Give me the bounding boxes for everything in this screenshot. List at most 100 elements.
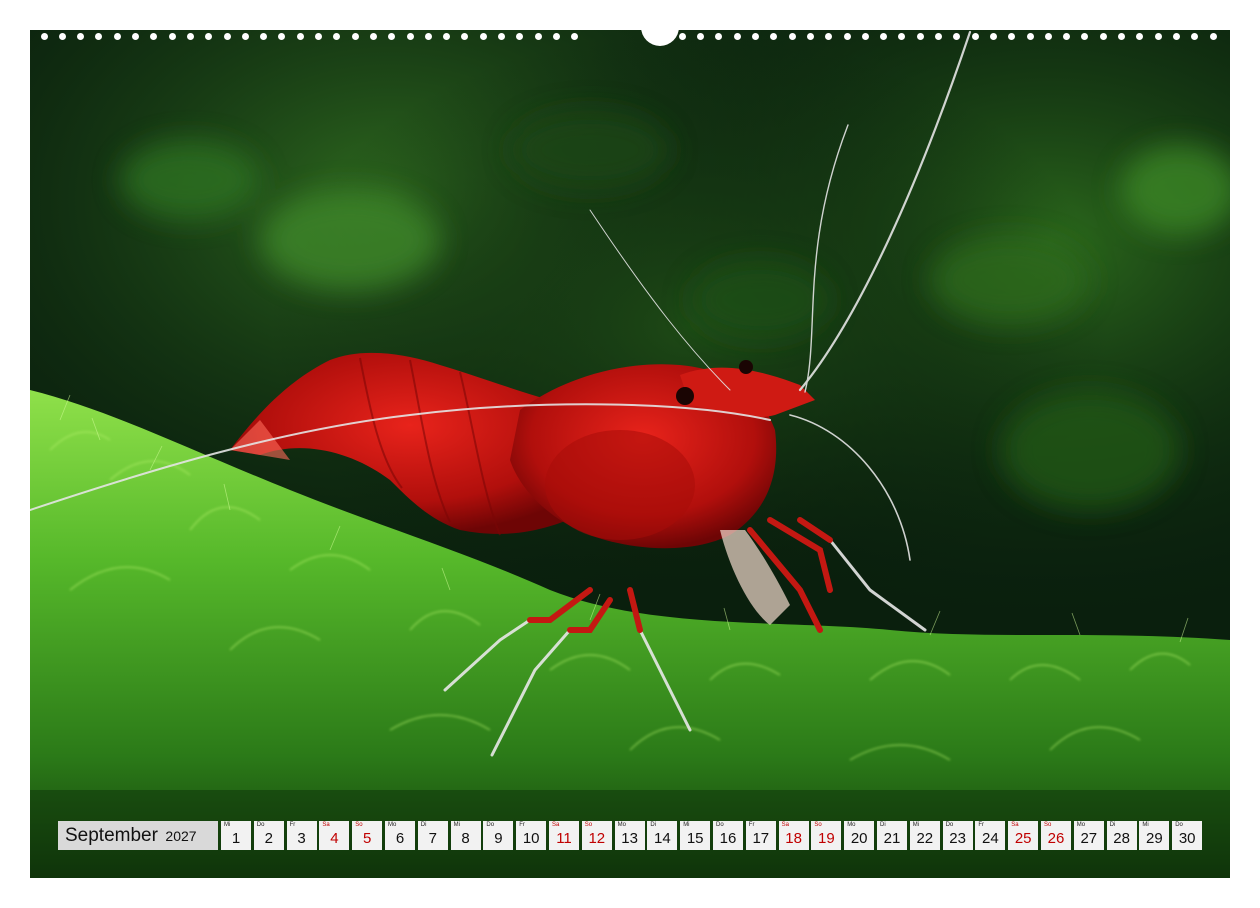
binding-hole-icon — [260, 33, 268, 40]
binding-hole-icon — [752, 33, 759, 40]
binding-hole-icon — [58, 33, 66, 40]
day-cell: Fr 3 — [286, 821, 317, 850]
day-number: 21 — [883, 830, 901, 847]
day-number: 11 — [556, 830, 572, 847]
day-cell: Do 30 — [1172, 821, 1203, 850]
day-cell: Fr 24 — [975, 821, 1006, 850]
day-cell: Mi 8 — [450, 821, 481, 850]
day-cell: Do 23 — [942, 821, 973, 850]
binding-hole-icon — [351, 33, 359, 40]
day-weekday: So — [814, 822, 822, 828]
binding-hole-icon — [770, 33, 778, 40]
binding-hole-icon — [186, 33, 194, 40]
day-number: 28 — [1113, 830, 1130, 847]
day-number: 14 — [654, 830, 671, 847]
day-cell: Mi 15 — [680, 821, 711, 850]
day-weekday: Di — [1109, 822, 1116, 828]
day-weekday: Sa — [781, 822, 789, 828]
binding-hole-icon — [333, 33, 341, 40]
binding-hole-icon — [443, 33, 451, 40]
binding-hole-icon — [516, 33, 524, 40]
day-number: 13 — [621, 830, 638, 847]
day-cell: So 12 — [581, 821, 612, 850]
binding-hole-icon — [77, 33, 85, 40]
day-number: 18 — [785, 830, 802, 847]
day-weekday: Sa — [552, 822, 560, 828]
day-number: 27 — [1080, 830, 1098, 847]
day-number: 22 — [916, 830, 934, 847]
day-weekday: Di — [880, 822, 886, 828]
day-weekday: So — [584, 822, 593, 828]
day-number: 10 — [522, 830, 540, 847]
day-number: 26 — [1047, 830, 1065, 847]
day-cell: Mo 6 — [385, 821, 415, 850]
day-weekday: Di — [420, 822, 427, 828]
spiral-binding — [30, 20, 1230, 48]
binding-hole-icon — [223, 33, 231, 40]
binding-hole-icon — [1118, 33, 1125, 40]
binding-hole-icon — [880, 33, 888, 40]
day-cell: Di 7 — [417, 821, 448, 850]
binding-hole-icon — [278, 33, 286, 40]
binding-hole-icon — [788, 33, 796, 40]
binding-hole-icon — [935, 33, 942, 40]
day-weekday: Mi — [1142, 822, 1149, 828]
day-number: 16 — [719, 830, 737, 847]
binding-hole-icon — [571, 33, 579, 40]
day-cell: Do 9 — [483, 821, 514, 850]
binding-hole-icon — [369, 33, 377, 40]
binding-hole-icon — [388, 33, 396, 40]
binding-hole-icon — [916, 33, 924, 40]
binding-hole-icon — [678, 33, 686, 40]
binding-hole-icon — [1063, 33, 1071, 40]
binding-hole-icon — [953, 33, 961, 40]
day-cell: Mo 13 — [614, 821, 645, 850]
binding-hole-icon — [1154, 33, 1162, 40]
binding-hole-icon — [498, 33, 505, 40]
binding-hole-icon — [1026, 33, 1034, 40]
day-cell: Fr 17 — [745, 821, 776, 850]
binding-hole-icon — [733, 33, 741, 40]
day-weekday: Fr — [978, 822, 985, 828]
day-cell: Sa 25 — [1008, 821, 1039, 850]
day-number: 17 — [752, 830, 770, 847]
day-weekday: Di — [650, 822, 657, 828]
day-number: 6 — [395, 830, 405, 847]
day-cell: So 19 — [811, 821, 842, 850]
day-weekday: Mo — [617, 822, 626, 828]
binding-hole-icon — [132, 33, 139, 40]
day-number: 29 — [1146, 830, 1163, 847]
binding-hole-icon — [534, 33, 542, 40]
binding-hole-icon — [989, 33, 997, 40]
day-cell: So 26 — [1041, 821, 1071, 850]
day-number: 19 — [818, 830, 835, 847]
binding-hole-icon — [660, 33, 668, 40]
day-weekday: Do — [716, 822, 724, 828]
day-number: 3 — [297, 830, 306, 847]
day-weekday: Fr — [519, 822, 525, 828]
binding-hole-icon — [315, 33, 322, 40]
binding-hole-icon — [843, 33, 851, 40]
day-weekday: Mo — [388, 822, 397, 828]
day-cell: Di 21 — [877, 821, 907, 850]
binding-hole-icon — [40, 33, 48, 40]
day-cell: Mo 20 — [844, 821, 875, 850]
day-cell: Do 2 — [253, 821, 284, 850]
day-number: 8 — [461, 830, 470, 847]
day-number: 7 — [428, 830, 437, 847]
day-weekday: Mo — [847, 822, 856, 828]
day-cell: Fr 10 — [516, 821, 547, 850]
binding-hole-icon — [898, 33, 906, 40]
day-number: 20 — [850, 830, 868, 847]
day-weekday: So — [1044, 822, 1052, 828]
binding-hole-icon — [715, 33, 723, 40]
binding-hole-icon — [1081, 33, 1089, 40]
day-cell: Mi 22 — [909, 821, 940, 850]
day-weekday: Fr — [748, 822, 755, 828]
day-number: 4 — [330, 830, 339, 847]
binding-hole-icon — [971, 33, 979, 40]
day-weekday: Sa — [322, 822, 330, 828]
day-cell: Mi 1 — [221, 821, 251, 850]
day-cell: Mi 29 — [1139, 821, 1170, 850]
binding-hole-icon — [1099, 33, 1107, 40]
